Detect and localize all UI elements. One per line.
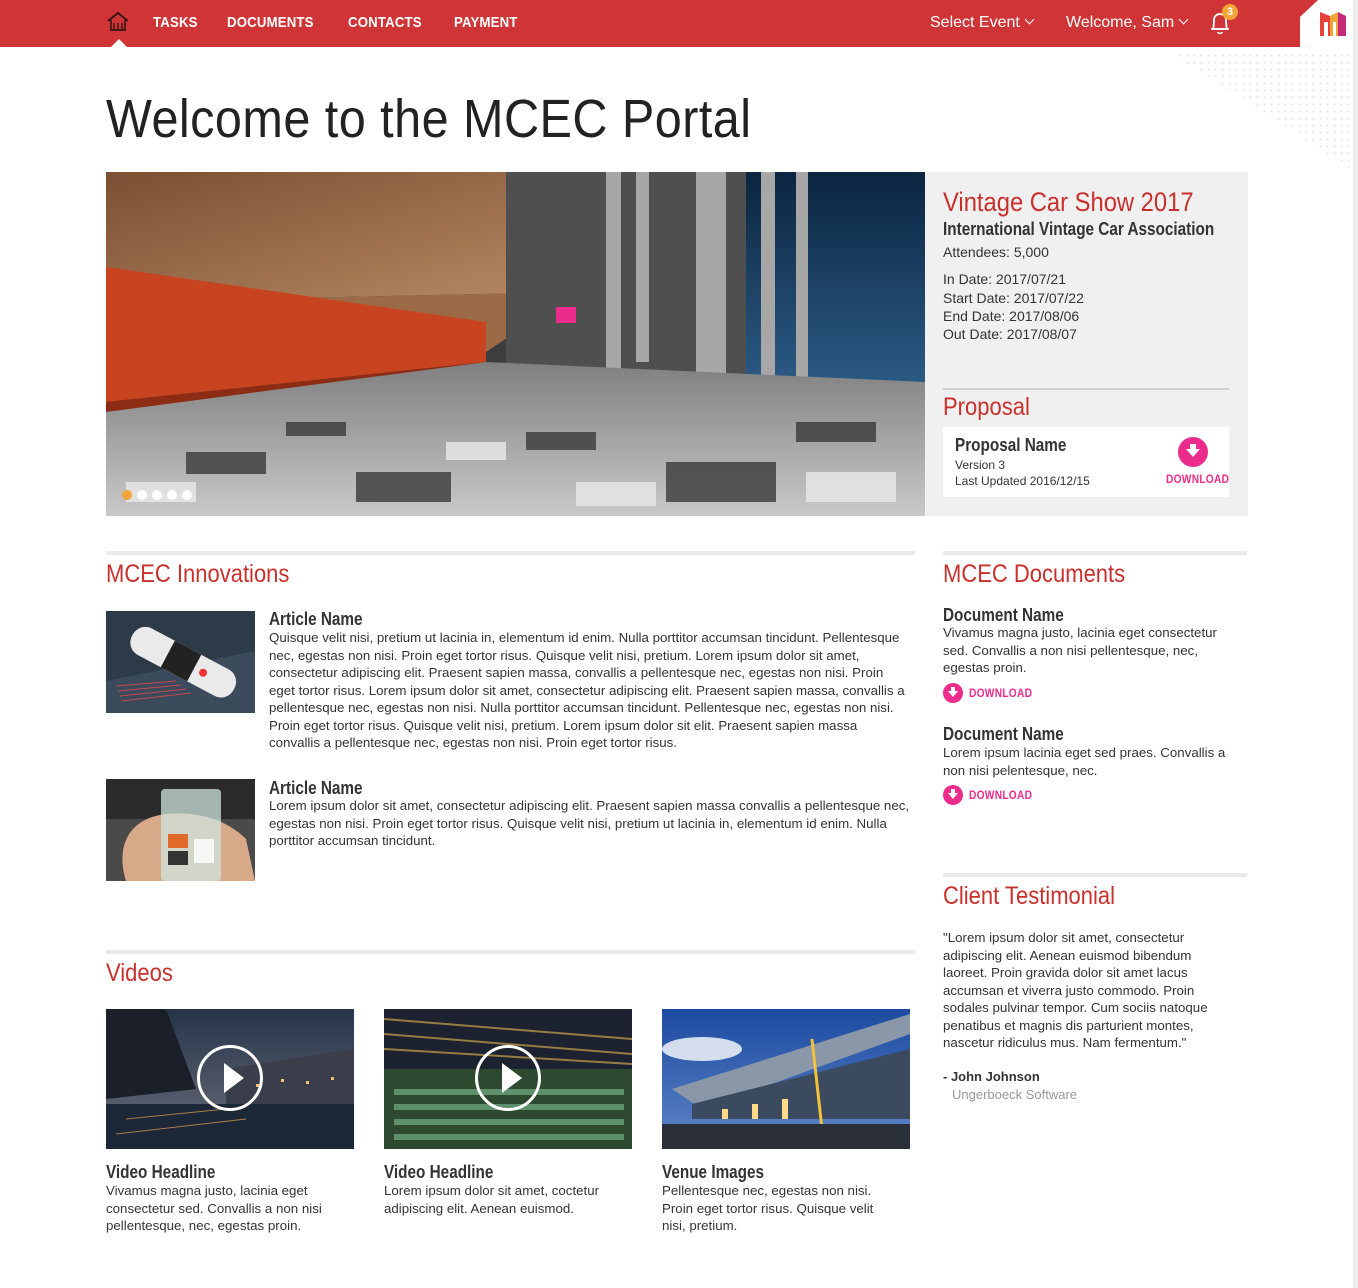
chevron-down-icon [1178,14,1189,25]
article-text: Lorem ipsum dolor sit amet, consectetur … [269,798,910,848]
carousel-dot[interactable] [182,490,192,500]
video-description: Lorem ipsum dolor sit amet, coctetur adi… [384,1183,600,1216]
event-start-date: Start Date: 2017/07/22 [943,290,1084,306]
carousel-dot[interactable] [152,490,162,500]
divider [943,388,1229,390]
page-scrollbar[interactable] [1353,0,1358,1288]
document-download-link[interactable]: DOWNLOAD [969,686,1032,700]
event-end-date: End Date: 2017/08/06 [943,308,1080,324]
chevron-down-icon [1024,14,1035,25]
nav-tasks[interactable]: TASKS [153,0,198,47]
testimonial-heading: Client Testimonial [943,882,1116,910]
download-icon[interactable] [1178,437,1208,467]
nav-payment[interactable]: PAYMENT [454,0,518,47]
document-download-link[interactable]: DOWNLOAD [969,788,1032,802]
download-icon[interactable] [943,785,963,805]
user-menu-dropdown[interactable]: Welcome, Sam [1066,0,1189,47]
dot-pattern-decoration [1170,52,1355,172]
video-headline[interactable]: Video Headline [384,1162,493,1183]
video-headline[interactable]: Video Headline [106,1162,215,1183]
carousel-dot[interactable] [122,490,132,500]
section-divider [943,873,1247,877]
video-thumbnail[interactable] [384,1009,632,1149]
document-name[interactable]: Document Name [943,605,1064,626]
testimonial-company: Ungerboeck Software [952,1087,1078,1102]
event-attendees: Attendees: 5,000 [943,244,1049,260]
event-title: Vintage Car Show 2017 [943,187,1194,217]
carousel-dot[interactable] [137,490,147,500]
proposal-last-updated: Last Updated 2016/12/15 [955,474,1090,488]
document-description: Lorem ipsum lacinia eget sed praes. Conv… [943,745,1226,778]
videos-heading: Videos [106,959,173,987]
venue-images-description: Pellentesque nec, egestas non nisi. Proi… [662,1183,874,1233]
article-name[interactable]: Article Name [269,609,363,630]
testimonial-quote: "Lorem ipsum dolor sit amet, consectetur… [943,930,1208,1050]
video-description: Vivamus magna justo, lacinia eget consec… [106,1183,322,1233]
exhibition-centre-photo [662,1009,910,1149]
mcec-logo[interactable] [1318,8,1348,38]
innovations-heading: MCEC Innovations [106,560,290,588]
article-text: Quisque velit nisi, pretium ut lacinia i… [269,630,905,750]
notification-badge: 3 [1222,4,1238,20]
home-icon[interactable] [106,10,130,34]
select-event-label: Select Event [930,14,1020,31]
hero-carousel-image[interactable] [106,172,925,516]
event-organization: International Vintage Car Association [943,219,1215,239]
section-divider [106,950,915,954]
play-icon[interactable] [475,1045,541,1111]
nav-bar-diagonal [1268,0,1318,47]
nav-documents[interactable]: DOCUMENTS [227,0,314,47]
document-description: Vivamus magna justo, lacinia eget consec… [943,625,1217,675]
documents-heading: MCEC Documents [943,560,1126,588]
download-icon[interactable] [943,683,963,703]
active-nav-indicator [111,39,127,47]
proposal-heading: Proposal [943,393,1030,421]
section-divider [106,551,915,555]
carousel-indicators [122,490,192,500]
innovation-device-photo [106,611,255,713]
event-out-date: Out Date: 2017/08/07 [943,326,1077,342]
venue-images-thumbnail[interactable] [662,1009,910,1149]
play-icon[interactable] [197,1045,263,1111]
transparent-phone-photo [106,779,255,881]
section-divider [943,551,1247,555]
proposal-version: Version 3 [955,458,1006,472]
article-name[interactable]: Article Name [269,778,363,799]
testimonial-author: - John Johnson [943,1069,1040,1084]
event-in-date: In Date: 2017/07/21 [943,271,1066,287]
convention-centre-foyer-photo [106,172,925,516]
welcome-label: Welcome, Sam [1066,14,1175,31]
document-name[interactable]: Document Name [943,724,1064,745]
video-thumbnail[interactable] [106,1009,354,1149]
article-thumbnail[interactable] [106,779,255,881]
carousel-dot[interactable] [167,490,177,500]
proposal-download-link[interactable]: DOWNLOAD [1166,472,1229,486]
select-event-dropdown[interactable]: Select Event [930,0,1035,47]
page-title: Welcome to the MCEC Portal [106,89,752,149]
article-thumbnail[interactable] [106,611,255,713]
nav-contacts[interactable]: CONTACTS [348,0,422,47]
venue-images-headline[interactable]: Venue Images [662,1162,764,1183]
proposal-name: Proposal Name [955,435,1067,455]
